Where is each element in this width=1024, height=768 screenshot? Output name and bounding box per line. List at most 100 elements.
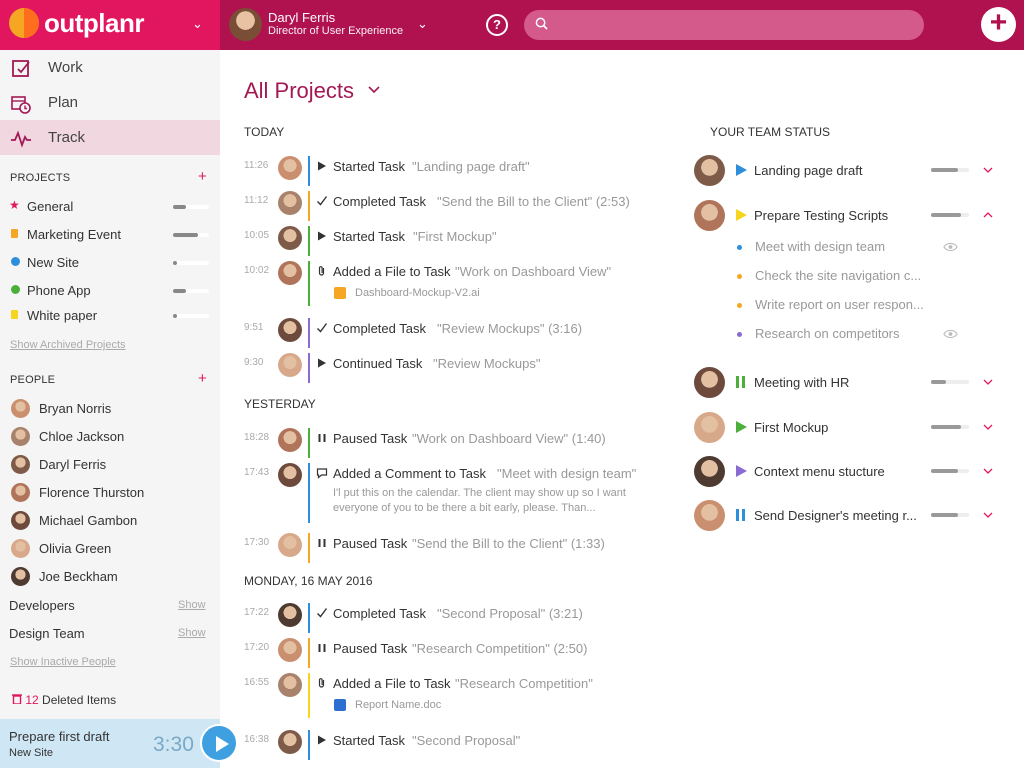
- chevron-down-icon[interactable]: [366, 82, 382, 98]
- activity-task-link[interactable]: "Landing page draft": [412, 159, 530, 174]
- activity-item[interactable]: 16:55 Added a File to Task "Research Compe…: [244, 673, 664, 718]
- play-icon[interactable]: [734, 464, 748, 478]
- project-label: New Site: [27, 255, 80, 270]
- attachment-link[interactable]: Report Name.doc: [355, 699, 441, 711]
- activity-item[interactable]: 17:20 Paused Task "Research Competition" (…: [244, 638, 664, 672]
- team-member-row[interactable]: Context menu stucture: [694, 456, 1006, 500]
- team-task-progress-fill: [931, 469, 958, 473]
- nav-plan[interactable]: Plan: [0, 85, 220, 120]
- activity-task-link[interactable]: "Second Proposal": [412, 733, 520, 748]
- chevron-down-icon[interactable]: [983, 422, 993, 432]
- show-inactive-people-link[interactable]: Show Inactive People: [10, 656, 116, 668]
- team-member-row[interactable]: Landing page draft: [694, 155, 1006, 199]
- chevron-down-icon[interactable]: [983, 510, 993, 520]
- subtask-color-dot: [737, 303, 742, 308]
- play-icon[interactable]: [734, 420, 748, 434]
- activity-task-link[interactable]: "Send the Bill to the Client" (2:53): [437, 194, 630, 209]
- project-item[interactable]: Marketing Event: [0, 223, 220, 245]
- activity-time: 16:55: [244, 677, 270, 688]
- team-member-row[interactable]: Send Designer's meeting r...: [694, 500, 1006, 544]
- page-title[interactable]: All Projects: [244, 78, 354, 104]
- timer-play-button[interactable]: [200, 724, 238, 762]
- avatar: [694, 412, 725, 443]
- subtask-item[interactable]: Research on competitors: [736, 326, 976, 346]
- project-item[interactable]: ★ General: [0, 195, 220, 217]
- person-item[interactable]: Daryl Ferris: [0, 452, 220, 478]
- search-input[interactable]: [524, 10, 924, 40]
- chevron-down-icon[interactable]: [983, 165, 993, 175]
- team-task-label: Send Designer's meeting r...: [754, 508, 917, 523]
- attachment-link[interactable]: Dashboard-Mockup-V2.ai: [355, 287, 480, 299]
- person-name: Bryan Norris: [39, 401, 112, 416]
- person-item[interactable]: Florence Thurston: [0, 480, 220, 506]
- activity-task-link[interactable]: "Second Proposal" (3:21): [437, 606, 583, 621]
- add-button[interactable]: +: [981, 7, 1016, 42]
- add-project-button[interactable]: +: [198, 168, 207, 185]
- activity-item[interactable]: 18:28 Paused Task "Work on Dashboard View"…: [244, 428, 664, 462]
- running-timer[interactable]: Prepare first draft New Site 3:30: [0, 719, 220, 768]
- eye-icon[interactable]: [943, 242, 958, 252]
- avatar[interactable]: [229, 8, 262, 41]
- show-developers-link[interactable]: Show: [178, 599, 206, 611]
- brand-name: outplanr: [44, 8, 145, 38]
- show-archived-projects-link[interactable]: Show Archived Projects: [10, 339, 126, 351]
- project-item[interactable]: Phone App: [0, 279, 220, 301]
- subtask-item[interactable]: Meet with design team: [736, 239, 976, 259]
- person-item[interactable]: Chloe Jackson: [0, 424, 220, 450]
- nav-track[interactable]: Track: [0, 120, 220, 155]
- team-member-row[interactable]: Meeting with HR: [694, 367, 1006, 411]
- person-item[interactable]: Olivia Green: [0, 536, 220, 562]
- nav-work[interactable]: Work: [0, 50, 220, 85]
- activity-item[interactable]: 17:22 Completed Task "Second Proposal" (3:…: [244, 603, 664, 637]
- activity-task-link[interactable]: "Send the Bill to the Client" (1:33): [412, 536, 605, 551]
- avatar: [278, 353, 302, 377]
- chevron-down-icon[interactable]: [983, 466, 993, 476]
- activity-item[interactable]: 9:30 Continued Task "Review Mockups": [244, 353, 664, 387]
- avatar: [694, 367, 725, 398]
- project-item[interactable]: New Site: [0, 251, 220, 273]
- brand-switcher[interactable]: outplanr ⌄: [0, 0, 220, 50]
- chevron-up-icon[interactable]: [983, 210, 993, 220]
- eye-icon[interactable]: [943, 329, 958, 339]
- activity-task-link[interactable]: "Review Mockups" (3:16): [437, 321, 582, 336]
- activity-item[interactable]: 10:02 Added a File to Task "Work on Dashbo…: [244, 261, 664, 306]
- activity-item[interactable]: 10:05 Started Task "First Mockup": [244, 226, 664, 260]
- project-item[interactable]: White paper: [0, 304, 220, 326]
- activity-item[interactable]: 11:26 Started Task "Landing page draft": [244, 156, 664, 190]
- activity-task-link[interactable]: "Work on Dashboard View" (1:40): [412, 431, 606, 446]
- deleted-items[interactable]: 12 Deleted Items: [12, 693, 116, 707]
- subtask-item[interactable]: Check the site navigation c...: [736, 268, 976, 288]
- user-menu-chevron-icon[interactable]: ⌄: [417, 16, 428, 32]
- activity-task-link[interactable]: "First Mockup": [413, 229, 497, 244]
- avatar: [11, 427, 30, 446]
- add-person-button[interactable]: +: [198, 370, 207, 387]
- help-button[interactable]: ?: [486, 14, 508, 36]
- activity-task-link[interactable]: "Research Competition" (2:50): [412, 641, 587, 656]
- team-member-row[interactable]: Prepare Testing Scripts: [694, 200, 1006, 244]
- person-item[interactable]: Michael Gambon: [0, 508, 220, 534]
- activity-item[interactable]: 16:38 Started Task "Second Proposal": [244, 730, 664, 764]
- play-icon[interactable]: [734, 163, 748, 177]
- chevron-down-icon[interactable]: [983, 377, 993, 387]
- group-design-team[interactable]: Design Team: [9, 626, 85, 641]
- subtask-item[interactable]: Write report on user respon...: [736, 297, 976, 317]
- activity-task-link[interactable]: "Review Mockups": [433, 356, 541, 371]
- person-item[interactable]: Bryan Norris: [0, 396, 220, 422]
- pause-icon[interactable]: [734, 508, 748, 522]
- group-developers[interactable]: Developers: [9, 598, 75, 613]
- activity-item[interactable]: 9:51 Completed Task "Review Mockups" (3:16…: [244, 318, 664, 352]
- activity-item[interactable]: 17:30 Paused Task "Send the Bill to the Cl…: [244, 533, 664, 567]
- team-member-row[interactable]: First Mockup: [694, 412, 1006, 456]
- activity-item[interactable]: 17:43 Added a Comment to Task "Meet with d…: [244, 463, 664, 523]
- activity-item[interactable]: 11:12 Completed Task "Send the Bill to the…: [244, 191, 664, 225]
- activity-task-link[interactable]: "Research Competition": [455, 676, 593, 691]
- project-color-dot: [11, 310, 18, 319]
- team-task-progress: [931, 469, 969, 473]
- activity-task-link[interactable]: "Work on Dashboard View": [455, 264, 611, 279]
- play-icon[interactable]: [734, 208, 748, 222]
- show-design-team-link[interactable]: Show: [178, 627, 206, 639]
- pause-icon[interactable]: [734, 375, 748, 389]
- activity-task-link[interactable]: "Meet with design team": [497, 466, 636, 481]
- project-color-line: [308, 261, 310, 306]
- person-item[interactable]: Joe Beckham: [0, 564, 220, 590]
